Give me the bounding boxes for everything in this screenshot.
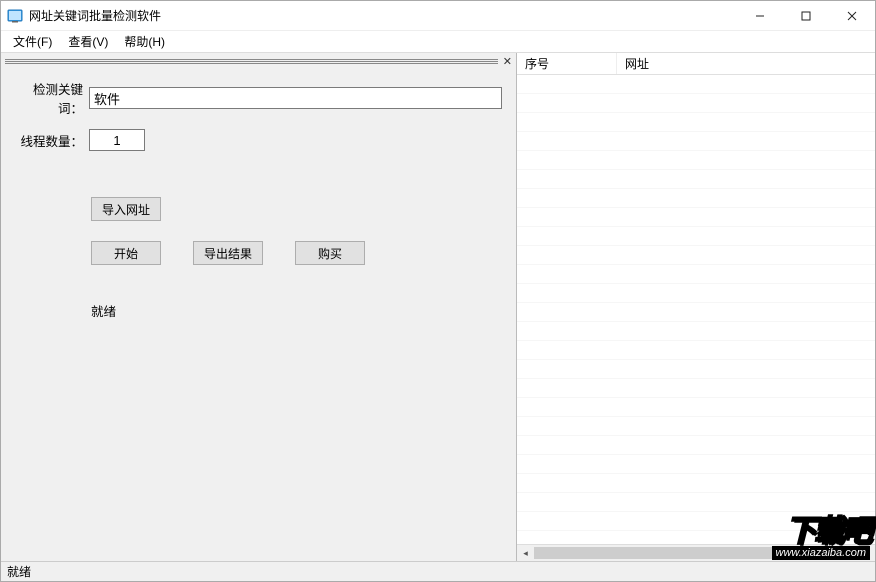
maximize-button[interactable] (783, 1, 829, 30)
column-seq[interactable]: 序号 (517, 53, 617, 74)
title-bar: 网址关键词批量检测软件 (1, 1, 875, 31)
dock-grip-bar: ✕ (5, 57, 512, 67)
horizontal-scrollbar[interactable]: ◂ ▸ (517, 544, 875, 561)
close-button[interactable] (829, 1, 875, 30)
menu-bar: 文件(F) 查看(V) 帮助(H) (1, 31, 875, 53)
threads-input[interactable] (89, 129, 145, 151)
grip-icon (5, 59, 498, 64)
window-title: 网址关键词批量检测软件 (29, 7, 737, 24)
column-url[interactable]: 网址 (617, 53, 875, 74)
table-body[interactable] (517, 75, 875, 544)
threads-label: 线程数量： (11, 131, 89, 150)
scroll-right-icon[interactable]: ▸ (858, 545, 875, 561)
left-pane: ✕ 检测关键词： 线程数量： 导入网址 开始 导出结果 购买 就绪 (1, 53, 517, 561)
scroll-track[interactable] (534, 545, 858, 561)
status-bar: 就绪 (1, 561, 875, 581)
minimize-button[interactable] (737, 1, 783, 30)
import-url-button[interactable]: 导入网址 (91, 197, 161, 221)
threads-row: 线程数量： (11, 129, 506, 151)
import-row: 导入网址 (91, 197, 506, 221)
body: ✕ 检测关键词： 线程数量： 导入网址 开始 导出结果 购买 就绪 序号 网址 … (1, 53, 875, 561)
inline-status: 就绪 (91, 301, 506, 320)
table-header: 序号 网址 (517, 53, 875, 75)
export-result-button[interactable]: 导出结果 (193, 241, 263, 265)
menu-view[interactable]: 查看(V) (60, 31, 116, 52)
right-pane: 序号 网址 ◂ ▸ (517, 53, 875, 561)
menu-file[interactable]: 文件(F) (5, 31, 60, 52)
scroll-left-icon[interactable]: ◂ (517, 545, 534, 561)
pane-close-icon[interactable]: ✕ (503, 55, 512, 68)
statusbar-text: 就绪 (7, 563, 31, 580)
window-controls (737, 1, 875, 30)
scroll-thumb[interactable] (534, 547, 832, 559)
keyword-row: 检测关键词： (11, 79, 506, 117)
menu-help[interactable]: 帮助(H) (116, 31, 173, 52)
action-row: 开始 导出结果 购买 (91, 241, 506, 265)
buy-button[interactable]: 购买 (295, 241, 365, 265)
app-icon (7, 8, 23, 24)
start-button[interactable]: 开始 (91, 241, 161, 265)
keyword-label: 检测关键词： (11, 79, 89, 117)
keyword-input[interactable] (89, 87, 502, 109)
